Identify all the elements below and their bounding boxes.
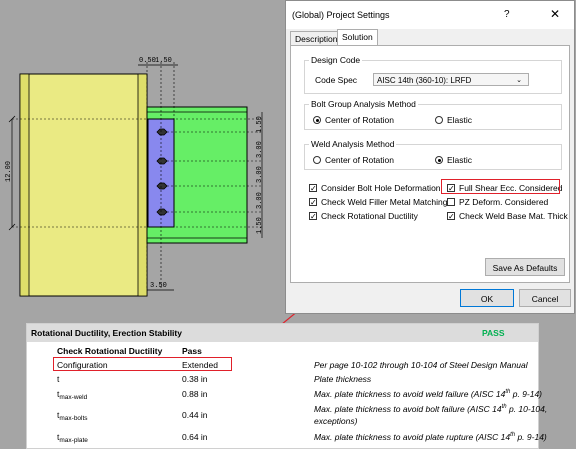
weld-group: Weld Analysis Method Center of Rotation … (304, 139, 562, 170)
beam-flange-left (19, 73, 30, 297)
dim-top-right: 1.50 (155, 57, 172, 65)
report-status: PASS (482, 328, 505, 338)
dim-right-1: 1.50 (256, 116, 264, 133)
row-tweld-name: tmax-weld (57, 389, 88, 401)
dim-left: 12.00 (5, 161, 13, 182)
dim-right-2: 3.00 (256, 141, 264, 158)
row-config-value: Extended (182, 360, 218, 370)
dialog-titlebar: (Global) Project Settings ? ✕ (286, 1, 574, 29)
row-config-note: Per page 10-102 through 10-104 of Steel … (314, 360, 528, 370)
report-title: Rotational Ductility, Erection Stability (31, 328, 182, 338)
bolt-elastic-radio[interactable] (435, 116, 443, 124)
beam-web (19, 73, 148, 297)
rotational-ductility-checkbox[interactable]: ✓ (309, 212, 317, 221)
row-tweld-value: 0.88 in (182, 389, 208, 399)
row-t-name: t (57, 374, 60, 384)
bolt-center-rotation-radio[interactable] (313, 116, 321, 124)
code-spec-value: AISC 14th (360-10): LRFD (377, 76, 472, 85)
code-spec-select[interactable]: AISC 14th (360-10): LRFD ⌄ (373, 73, 529, 86)
dim-bottom: 3.50 (150, 282, 167, 290)
weld-filler-matching-label: Check Weld Filler Metal Matching (321, 197, 448, 207)
pz-deform-checkbox[interactable] (447, 198, 455, 206)
solution-panel: Design Code Code Spec AISC 14th (360-10)… (290, 45, 570, 283)
row-tplate-value: 0.64 in (182, 432, 208, 442)
project-settings-dialog: (Global) Project Settings ? ✕ Descriptio… (285, 0, 575, 314)
row-t-value: 0.38 in (182, 374, 208, 384)
save-as-defaults-button[interactable]: Save As Defaults (485, 258, 565, 276)
bolt-elastic-label: Elastic (447, 115, 473, 125)
beam-flange-right (137, 73, 148, 297)
help-icon[interactable]: ? (504, 9, 510, 20)
close-icon[interactable]: ✕ (550, 7, 560, 21)
weld-base-mat-label: Check Weld Base Mat. Thick (459, 211, 568, 221)
report-table: Rotational Ductility, Erection Stability… (26, 323, 547, 449)
row-tbolts-note-line2: exceptions) (314, 416, 358, 426)
bolt-center-rotation-label: Center of Rotation (325, 115, 394, 125)
weld-legend: Weld Analysis Method (309, 139, 397, 149)
row-t-note: Plate thickness (314, 374, 372, 384)
pz-deform-label: PZ Deform. Considered (459, 197, 549, 207)
ok-button[interactable]: OK (460, 289, 514, 307)
weld-elastic-label: Elastic (447, 155, 473, 165)
dim-right-4: 3.00 (256, 192, 264, 209)
row-config-name: Configuration (57, 360, 108, 370)
code-spec-label: Code Spec (315, 75, 358, 85)
row-check-name: Check Rotational Ductility (57, 346, 163, 356)
design-code-legend: Design Code (309, 55, 363, 65)
row-tbolts-note: Max. plate thickness to avoid bolt failu… (314, 404, 548, 414)
row-check-value: Pass (182, 346, 202, 356)
bolt-group-group: Bolt Group Analysis Method Center of Rot… (304, 99, 562, 130)
rotational-ductility-label: Check Rotational Ductility (321, 211, 418, 221)
weld-base-mat-checkbox[interactable]: ✓ (447, 212, 455, 221)
row-tbolts-value: 0.44 in (182, 410, 208, 420)
dim-right-5: 1.50 (256, 217, 264, 234)
design-code-group: Design Code Code Spec AISC 14th (360-10)… (304, 55, 562, 94)
row-tplate-name: tmax-plate (57, 432, 88, 444)
row-tweld-note: Max. plate thickness to avoid weld failu… (314, 389, 543, 399)
tab-description[interactable]: Description (290, 31, 343, 46)
full-shear-highlight (441, 179, 560, 194)
bolt-hole-deformation-label: Consider Bolt Hole Deformation (321, 183, 441, 193)
bolt-group-legend: Bolt Group Analysis Method (309, 99, 418, 109)
bolt-hole-deformation-checkbox[interactable]: ✓ (309, 184, 317, 193)
dim-top-left: 0.50 (139, 57, 156, 65)
dim-right-3: 3.00 (256, 166, 264, 183)
tab-solution[interactable]: Solution (337, 29, 378, 46)
row-tplate-note: Max. plate thickness to avoid plate rupt… (314, 432, 547, 442)
cancel-button[interactable]: Cancel (519, 289, 571, 307)
weld-center-rotation-radio[interactable] (313, 156, 321, 164)
chevron-down-icon: ⌄ (516, 77, 522, 84)
weld-filler-matching-checkbox[interactable]: ✓ (309, 198, 317, 207)
weld-center-rotation-label: Center of Rotation (325, 155, 394, 165)
row-tbolts-name: tmax-bolts (57, 410, 88, 422)
weld-elastic-radio[interactable] (435, 156, 443, 164)
dialog-title: (Global) Project Settings (292, 10, 390, 20)
